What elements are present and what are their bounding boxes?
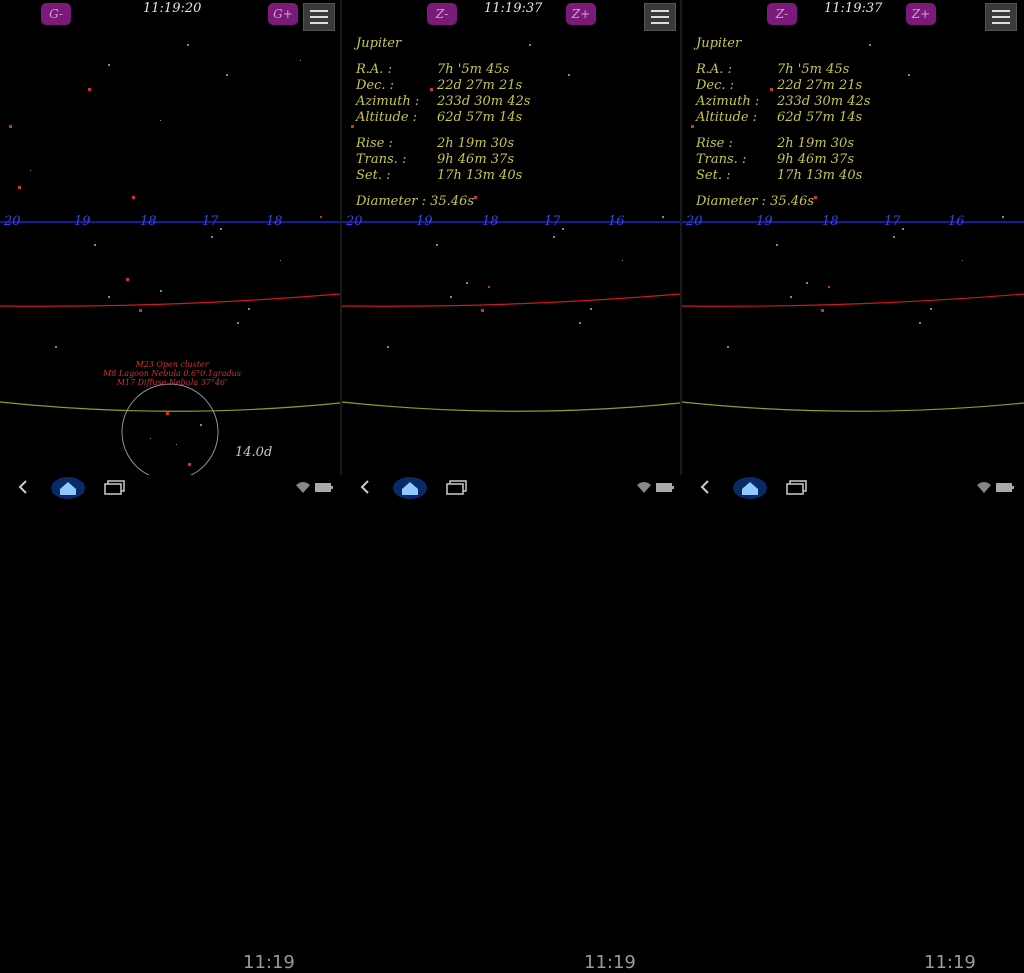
home-icon[interactable] <box>392 475 428 500</box>
info-value: 7h '5m 45s <box>777 62 850 77</box>
sky-view-panel-3[interactable]: 20 19 18 17 16 Z- 11:19:37 Z+ Jupiter R.… <box>682 0 1024 500</box>
info-value: 2h 19m 30s <box>437 136 514 151</box>
info-label: Rise : <box>696 136 733 151</box>
ra-tick: 17 <box>884 214 901 229</box>
ra-tick: 20 <box>4 214 21 229</box>
object-label[interactable]: M8 Lagoon Nebula 0.6°0.1gradus <box>92 369 252 378</box>
zoom-in-button[interactable]: G+ <box>268 3 298 25</box>
ra-tick: 19 <box>74 214 91 229</box>
ecliptic-line <box>0 293 340 307</box>
info-label: Altitude : <box>356 110 418 125</box>
info-value: 9h 46m 37s <box>777 152 854 167</box>
menu-button[interactable] <box>644 3 676 31</box>
status-clock: 11:19 <box>584 952 636 973</box>
zoom-out-button[interactable]: Z- <box>427 3 457 25</box>
ra-tick: 20 <box>686 214 703 229</box>
info-label: Trans. : <box>696 152 747 167</box>
info-label: R.A. : <box>696 62 732 77</box>
object-label[interactable]: M23 Open cluster <box>92 360 252 369</box>
info-value: 22d 27m 21s <box>777 78 863 93</box>
status-clock: 11:19 <box>924 952 976 973</box>
wifi-icon <box>977 482 991 493</box>
object-name: Jupiter <box>356 36 402 51</box>
info-value: 62d 57m 14s <box>437 110 523 125</box>
ecliptic-line <box>342 293 680 307</box>
horizon-line <box>682 401 1024 412</box>
object-label[interactable]: M17 Diffuse Nebula 37°46' <box>92 378 252 387</box>
home-icon[interactable] <box>50 475 86 500</box>
info-value: 233d 30m 42s <box>777 94 871 109</box>
info-label: Altitude : <box>696 110 758 125</box>
sky-clock: 11:19:20 <box>143 1 202 16</box>
info-value: 9h 46m 37s <box>437 152 514 167</box>
battery-icon <box>315 483 333 492</box>
fov-circle <box>121 383 219 475</box>
diameter-readout: Diameter : 35.46s <box>356 194 475 209</box>
sky-clock: 11:19:37 <box>484 1 543 16</box>
recent-apps-icon[interactable] <box>446 479 468 495</box>
info-value: 17h 13m 40s <box>777 168 863 183</box>
object-info-panel: Jupiter R.A. : 7h '5m 45s Dec. : 22d 27m 2… <box>696 36 870 210</box>
diameter-readout: Diameter : 35.46s <box>696 194 815 209</box>
recent-apps-icon[interactable] <box>786 479 808 495</box>
object-labels: M23 Open cluster M8 Lagoon Nebula 0.6°0.… <box>92 360 252 387</box>
ra-tick: 18 <box>140 214 157 229</box>
info-value: 2h 19m 30s <box>777 136 854 151</box>
horizon-line <box>0 401 340 412</box>
ecliptic-line <box>682 293 1024 307</box>
ra-tick: 17 <box>544 214 561 229</box>
ra-tick: 18 <box>266 214 283 229</box>
object-name: Jupiter <box>696 36 742 51</box>
back-icon[interactable] <box>16 479 30 495</box>
battery-icon <box>656 483 674 492</box>
info-label: Azimuth : <box>356 94 420 109</box>
fov-readout: 14.0d <box>235 445 273 460</box>
ra-tick: 19 <box>416 214 433 229</box>
horizon-line <box>342 401 680 412</box>
info-label: Set. : <box>696 168 731 183</box>
ra-tick: 16 <box>608 214 625 229</box>
info-value: 62d 57m 14s <box>777 110 863 125</box>
info-value: 17h 13m 40s <box>437 168 523 183</box>
ra-tick: 20 <box>346 214 363 229</box>
info-label: Trans. : <box>356 152 407 167</box>
ra-tick: 16 <box>948 214 965 229</box>
system-navbar: 11:19 11:19 11:19 <box>0 475 1024 973</box>
star-field <box>0 44 340 475</box>
info-label: Rise : <box>356 136 393 151</box>
back-icon[interactable] <box>698 479 712 495</box>
zoom-in-button[interactable]: Z+ <box>566 3 596 25</box>
zoom-out-button[interactable]: G- <box>41 3 71 25</box>
info-label: R.A. : <box>356 62 392 77</box>
info-value: 7h '5m 45s <box>437 62 510 77</box>
zoom-in-button[interactable]: Z+ <box>906 3 936 25</box>
ra-tick: 19 <box>756 214 773 229</box>
wifi-icon <box>637 482 651 493</box>
info-label: Azimuth : <box>696 94 760 109</box>
zoom-out-button[interactable]: Z- <box>767 3 797 25</box>
info-label: Dec. : <box>356 78 395 93</box>
sky-view-panel-2[interactable]: 20 19 18 17 16 Z- 11:19:37 Z+ Jupiter R.… <box>342 0 680 500</box>
info-label: Set. : <box>356 168 391 183</box>
sky-clock: 11:19:37 <box>824 1 883 16</box>
sky-view-panel-1[interactable]: 20 19 18 17 18 G- 11:19:20 G+ M23 Open c… <box>0 0 340 500</box>
wifi-icon <box>296 482 310 493</box>
info-label: Dec. : <box>696 78 735 93</box>
ra-tick: 17 <box>202 214 219 229</box>
ra-tick: 18 <box>822 214 839 229</box>
ra-tick: 18 <box>482 214 499 229</box>
menu-button[interactable] <box>985 3 1017 31</box>
info-value: 22d 27m 21s <box>437 78 523 93</box>
back-icon[interactable] <box>358 479 372 495</box>
object-info-panel: Jupiter R.A. : 7h '5m 45s Dec. : 22d 27m 2… <box>356 36 530 210</box>
info-value: 233d 30m 42s <box>437 94 531 109</box>
menu-button[interactable] <box>303 3 335 31</box>
recent-apps-icon[interactable] <box>104 479 126 495</box>
status-clock: 11:19 <box>243 952 295 973</box>
home-icon[interactable] <box>732 475 768 500</box>
battery-icon <box>996 483 1014 492</box>
